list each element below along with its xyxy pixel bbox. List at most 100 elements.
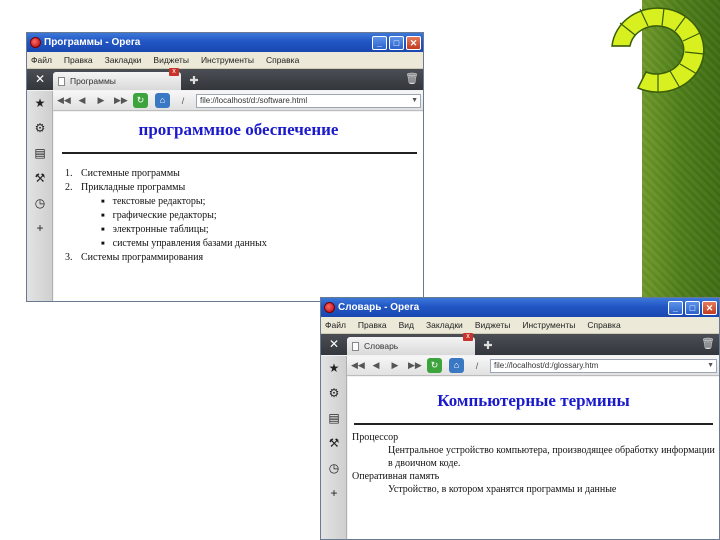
- back-icon[interactable]: ◀: [370, 360, 382, 371]
- slide: Программы - Opera _ □ ✕ Файл Правка Закл…: [0, 0, 720, 540]
- home-icon[interactable]: ⌂: [449, 358, 464, 373]
- bookmarks-star-icon[interactable]: ★: [27, 91, 53, 116]
- side-panel: ★ ⚙ ▤ ⚒ ◷ +: [321, 356, 347, 539]
- horizontal-rule: [62, 152, 417, 154]
- sub-list-item: текстовые редакторы;: [101, 195, 423, 209]
- menu-widgets[interactable]: Виджеты: [475, 320, 511, 330]
- browser-window-glossary: Словарь - Opera _ □ ✕ Файл Правка Вид За…: [320, 297, 720, 540]
- minimize-button[interactable]: _: [668, 300, 683, 315]
- window-title: Словарь - Opera: [338, 302, 420, 313]
- page-content: Компьютерные термины Процессор Центральн…: [348, 377, 719, 539]
- term: Процессор: [352, 432, 399, 443]
- new-tab-icon[interactable]: ✚: [479, 337, 497, 355]
- address-field[interactable]: file://localhost/d:/glossary.htm ▼: [490, 358, 717, 373]
- tools-icon[interactable]: ✕: [321, 334, 347, 355]
- settings-gear-icon[interactable]: ⚙: [27, 116, 53, 141]
- menu-help[interactable]: Справка: [587, 320, 620, 330]
- navigation-toolbar: ◀◀ ◀ ▶ ▶▶ ↻ ⌂ / file://localhost/d:/glos…: [347, 356, 719, 376]
- programs-list: 1. Системные программы 2. Прикладные прогр…: [65, 167, 423, 265]
- tools-icon[interactable]: ✕: [27, 69, 53, 90]
- browser-window-programs: Программы - Opera _ □ ✕ Файл Правка Закл…: [26, 32, 424, 302]
- tab-glossary[interactable]: Словарь x: [347, 333, 475, 355]
- rewind-icon[interactable]: ◀◀: [57, 95, 71, 106]
- maximize-button[interactable]: □: [685, 300, 700, 315]
- title-bar: Словарь - Opera _ □ ✕: [321, 298, 719, 317]
- add-panel-icon[interactable]: +: [27, 216, 53, 241]
- address-text: file://localhost/d:/software.html: [200, 95, 308, 105]
- opera-logo-icon: [324, 302, 335, 313]
- minimize-button[interactable]: _: [372, 35, 387, 50]
- horizontal-rule: [354, 423, 713, 425]
- close-button[interactable]: ✕: [702, 300, 717, 315]
- page-icon: [58, 76, 65, 86]
- home-icon[interactable]: ⌂: [155, 93, 170, 108]
- menu-view[interactable]: Вид: [399, 320, 414, 330]
- transfers-icon[interactable]: ⚒: [27, 166, 53, 191]
- new-tab-icon[interactable]: ✚: [185, 72, 203, 90]
- sub-list-item: графические редакторы;: [101, 209, 423, 223]
- navigation-toolbar: ◀◀ ◀ ▶ ▶▶ ↻ ⌂ / file://localhost/d:/soft…: [53, 91, 423, 111]
- menu-file[interactable]: Файл: [31, 55, 52, 65]
- maximize-button[interactable]: □: [389, 35, 404, 50]
- page-icon: [352, 341, 359, 351]
- address-text: file://localhost/d:/glossary.htm: [494, 360, 599, 370]
- list-item: 1. Системные программы: [65, 168, 180, 179]
- page-content: программное обеспечение 1. Системные прог…: [54, 112, 423, 301]
- glossary-list: Процессор Центральное устройство компьют…: [352, 431, 719, 496]
- rewind-icon[interactable]: ◀◀: [351, 360, 365, 371]
- forward-icon[interactable]: ▶: [95, 95, 107, 106]
- windows-icon[interactable]: ▤: [27, 141, 53, 166]
- bookmarks-star-icon[interactable]: ★: [321, 356, 347, 381]
- sub-list-item: электронные таблицы;: [101, 223, 423, 237]
- wand-icon[interactable]: /: [177, 96, 189, 106]
- transfers-icon[interactable]: ⚒: [321, 431, 347, 456]
- history-clock-icon[interactable]: ◷: [321, 456, 347, 481]
- window-title: Программы - Opera: [44, 37, 141, 48]
- history-clock-icon[interactable]: ◷: [27, 191, 53, 216]
- address-dropdown-icon[interactable]: ▼: [707, 360, 714, 372]
- list-item: 2. Прикладные программы: [65, 182, 186, 193]
- segmented-ring-logo-icon: [611, 7, 705, 93]
- side-panel: ★ ⚙ ▤ ⚒ ◷ +: [27, 91, 53, 301]
- forward-icon[interactable]: ▶: [389, 360, 401, 371]
- address-field[interactable]: file://localhost/d:/software.html ▼: [196, 93, 421, 108]
- back-icon[interactable]: ◀: [76, 95, 88, 106]
- fast-forward-icon[interactable]: ▶▶: [114, 95, 128, 106]
- address-dropdown-icon[interactable]: ▼: [411, 95, 418, 107]
- opera-logo-icon: [30, 37, 41, 48]
- title-bar: Программы - Opera _ □ ✕: [27, 33, 423, 52]
- sub-list-item: системы управления базами данных: [101, 237, 423, 251]
- menu-tools[interactable]: Инструменты: [201, 55, 254, 65]
- sub-list: текстовые редакторы; графические редакто…: [101, 195, 423, 251]
- menu-bookmarks[interactable]: Закладки: [105, 55, 142, 65]
- menu-help[interactable]: Справка: [266, 55, 299, 65]
- trash-icon[interactable]: 🗑: [405, 72, 419, 85]
- reload-icon[interactable]: ↻: [427, 358, 442, 373]
- menu-file[interactable]: Файл: [325, 320, 346, 330]
- tab-label: Программы: [70, 76, 116, 86]
- menu-edit[interactable]: Правка: [358, 320, 387, 330]
- page-title: Компьютерные термины: [437, 391, 630, 410]
- menu-edit[interactable]: Правка: [64, 55, 93, 65]
- wand-icon[interactable]: /: [471, 361, 483, 371]
- tab-programs[interactable]: Программы x: [53, 68, 181, 90]
- reload-icon[interactable]: ↻: [133, 93, 148, 108]
- settings-gear-icon[interactable]: ⚙: [321, 381, 347, 406]
- list-item: 3. Системы программирования: [65, 252, 204, 263]
- close-button[interactable]: ✕: [406, 35, 421, 50]
- page-title: программное обеспечение: [138, 120, 339, 139]
- trash-icon[interactable]: 🗑: [701, 337, 715, 350]
- menu-bar: Файл Правка Закладки Виджеты Инструменты…: [27, 52, 423, 69]
- menu-widgets[interactable]: Виджеты: [153, 55, 189, 65]
- tab-close-icon[interactable]: x: [169, 68, 179, 76]
- add-panel-icon[interactable]: +: [321, 481, 347, 506]
- tab-label: Словарь: [364, 341, 399, 351]
- fast-forward-icon[interactable]: ▶▶: [408, 360, 422, 371]
- menu-bookmarks[interactable]: Закладки: [426, 320, 463, 330]
- menu-tools[interactable]: Инструменты: [522, 320, 575, 330]
- definition: Центральное устройство компьютера, произ…: [388, 445, 715, 469]
- tab-bar: ✕ Программы x ✚ 🗑: [27, 68, 423, 90]
- tab-bar: ✕ Словарь x ✚ 🗑: [321, 333, 719, 355]
- windows-icon[interactable]: ▤: [321, 406, 347, 431]
- tab-close-icon[interactable]: x: [463, 333, 473, 341]
